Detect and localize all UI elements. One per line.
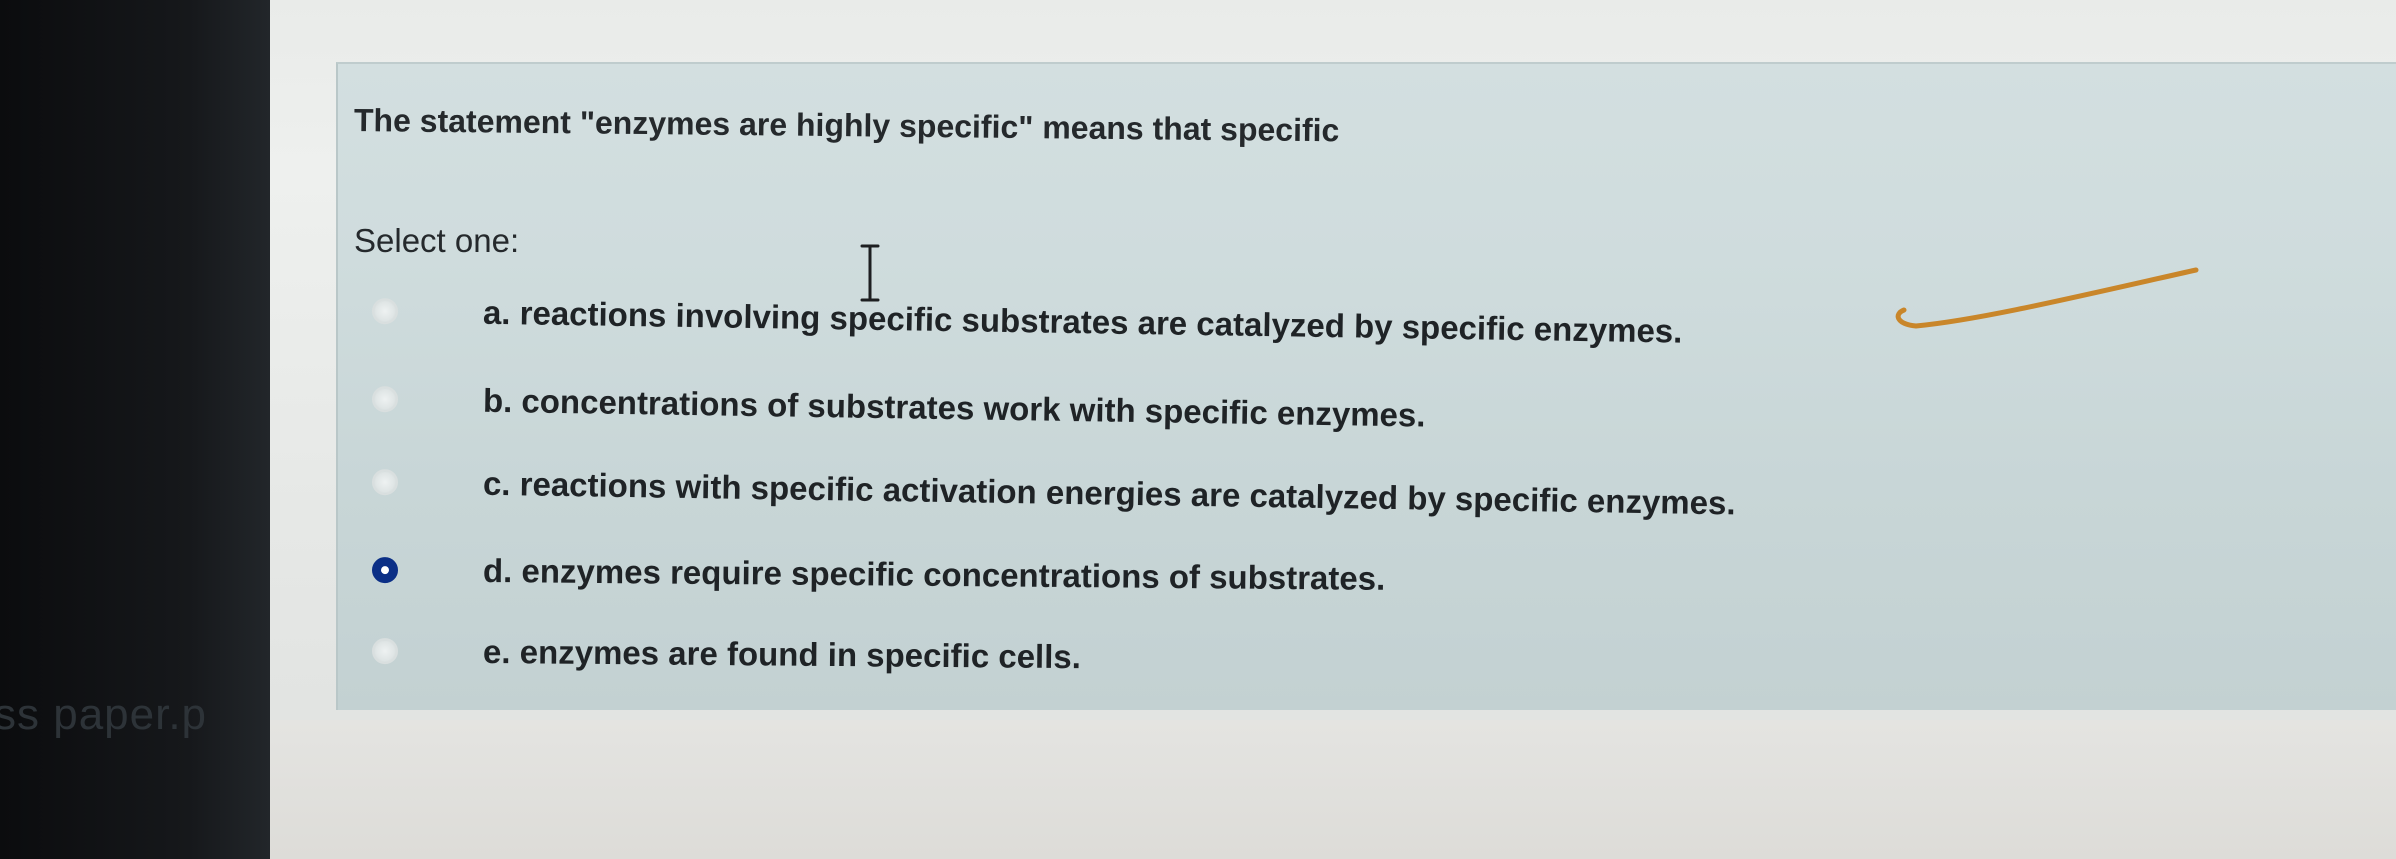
radio-button-d-selected[interactable] <box>371 557 399 584</box>
answer-label-e[interactable]: e. enzymes are found in specific cells. <box>483 633 1081 676</box>
handwritten-check-stroke-icon <box>1895 267 2199 329</box>
background-window-text: ss paper.p <box>0 690 208 739</box>
radio-button-c[interactable] <box>371 469 399 496</box>
radio-button-e[interactable] <box>371 638 399 665</box>
radio-button-b[interactable] <box>371 386 399 413</box>
answer-label-d[interactable]: d. enzymes require specific concentratio… <box>483 552 1386 598</box>
select-one-label: Select one: <box>354 222 520 259</box>
page-footer-area <box>270 720 2396 859</box>
text-ibeam-cursor-icon <box>860 244 880 302</box>
radio-button-a[interactable] <box>371 298 399 325</box>
dark-background: ss paper.p <box>0 0 270 859</box>
answer-option-e[interactable]: e. enzymes are found in specific cells. <box>371 632 1081 676</box>
